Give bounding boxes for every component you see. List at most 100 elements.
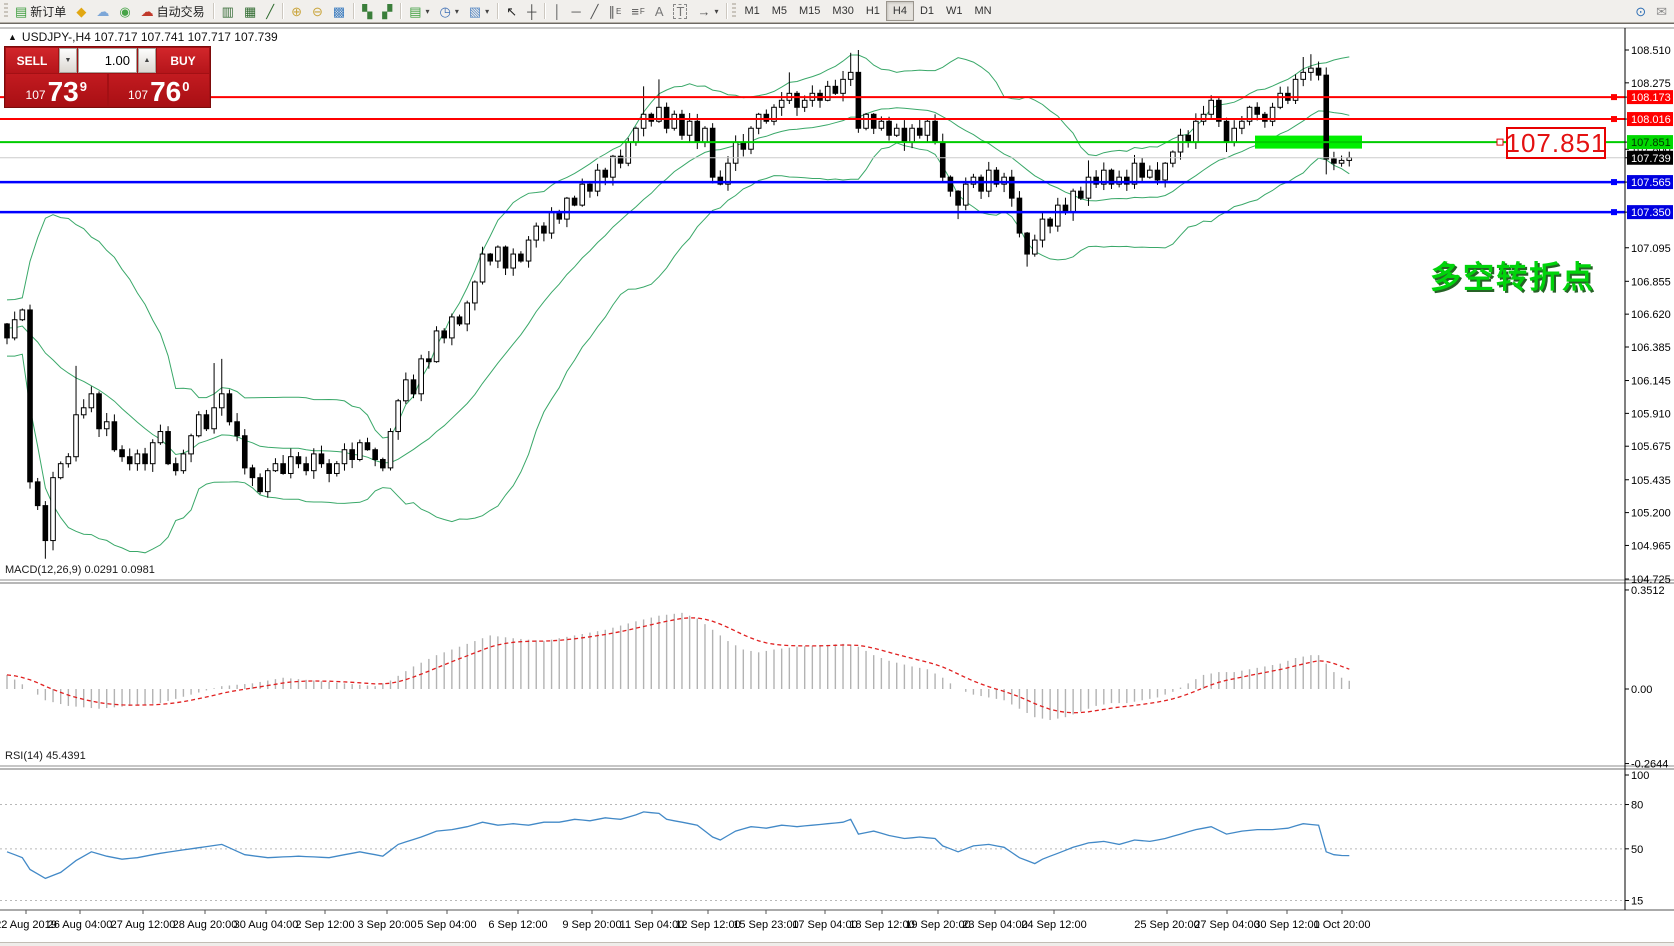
timeframe-m1-button[interactable]: M1 <box>738 2 765 20</box>
volume-input[interactable]: 1.00 <box>78 48 137 73</box>
search-button[interactable]: ⊙ <box>1630 0 1651 22</box>
rsi-indicator-label: RSI(14) 45.4391 <box>5 750 86 762</box>
market-watch-cloud-icon[interactable]: ☁ <box>91 0 114 22</box>
template-dropdown[interactable]: ▧▾ <box>464 0 494 22</box>
chevron-down-icon: ▾ <box>485 7 489 16</box>
sell-price-button[interactable]: 107 73 9 <box>6 74 107 106</box>
sell-button[interactable]: SELL <box>6 48 58 73</box>
level-lines[interactable] <box>0 94 1625 215</box>
candlestick-chart-button[interactable]: ▦ <box>239 0 261 22</box>
autotrading-button[interactable]: ☁自动交易 <box>136 0 210 22</box>
rsi-line <box>7 812 1349 879</box>
arrows-icon: → <box>697 5 710 18</box>
buy-price-button[interactable]: 107 76 0 <box>109 74 210 106</box>
timeframe-w1-button[interactable]: W1 <box>940 2 969 20</box>
vertical-line-tool[interactable]: │ <box>548 0 566 22</box>
price-tick-label: 104.965 <box>1631 540 1671 552</box>
buy-button[interactable]: BUY <box>157 48 209 73</box>
crosshair-tool[interactable]: ┼ <box>522 0 541 22</box>
line-chart-button[interactable]: ╱ <box>261 0 279 22</box>
date-tick-label: 30 Aug 04:00 <box>234 919 299 931</box>
new-chart-dropdown[interactable]: ▤▾ <box>404 0 434 22</box>
toolbar-separator <box>544 3 545 19</box>
price-level-badge-text: 108.173 <box>1631 92 1671 104</box>
timeframe-m30-button[interactable]: M30 <box>826 2 859 20</box>
callout-anchor-marker[interactable] <box>1497 139 1503 145</box>
price-axis[interactable]: 108.510108.275107.800107.095106.855106.6… <box>1625 45 1673 908</box>
text-label-icon: T <box>673 4 687 19</box>
signals-icon[interactable]: ◉ <box>114 0 135 22</box>
one-click-trading-panel: SELL ▼ 1.00 ▲ BUY 107 73 9 107 76 0 <box>4 46 211 108</box>
price-tick-label: 106.385 <box>1631 342 1671 354</box>
timeframe-d1-button[interactable]: D1 <box>914 2 940 20</box>
volume-down-spinner[interactable]: ▼ <box>59 48 77 73</box>
macd-indicator-label: MACD(12,26,9) 0.0291 0.0981 <box>5 564 155 576</box>
chat-button[interactable]: ✉ <box>1651 0 1672 22</box>
date-tick-label: 5 Sep 04:00 <box>417 919 476 931</box>
tile-windows-button[interactable]: ▩ <box>328 0 350 22</box>
horizontal-line-tool[interactable]: ─ <box>566 0 585 22</box>
chevron-down-icon: ▾ <box>426 7 430 16</box>
volume-up-spinner[interactable]: ▲ <box>138 48 156 73</box>
price-tick-label: 105.910 <box>1631 408 1671 420</box>
fibonacci-icon: ≡ <box>631 5 639 18</box>
timeframe-m15-button[interactable]: M15 <box>793 2 826 20</box>
sell-price-prefix: 107 <box>26 88 46 102</box>
arrange-charts-alt-icon: ▞ <box>382 5 392 18</box>
terminal-diamond-icon[interactable]: ◆ <box>71 0 91 22</box>
turning-point-annotation[interactable]: 多空转折点 <box>1430 252 1595 297</box>
trendline-tool[interactable]: ╱ <box>586 0 604 22</box>
line-marker[interactable] <box>1611 209 1617 215</box>
terminal-diamond-icon-icon: ◆ <box>76 5 86 18</box>
zoom-out-button[interactable]: ⊖ <box>307 0 328 22</box>
new-order-button-label: 新订单 <box>30 3 66 20</box>
fibonacci-tool[interactable]: ≡F <box>626 0 649 22</box>
line-marker[interactable] <box>1611 116 1617 122</box>
new-order-button[interactable]: ▤新订单 <box>10 0 71 22</box>
date-tick-label: 9 Sep 20:00 <box>562 919 621 931</box>
arrows-dropdown[interactable]: →▾ <box>692 0 723 22</box>
toolbar-grip[interactable] <box>732 3 736 19</box>
macd-signal-line <box>7 618 1349 713</box>
arrange-charts-alt-button[interactable]: ▞ <box>377 0 397 22</box>
date-tick-label: 23 Sep 04:00 <box>962 919 1027 931</box>
rsi-tick-label: 15 <box>1631 896 1643 908</box>
price-chart-canvas[interactable]: 108.510108.275107.800107.095106.855106.6… <box>0 24 1674 946</box>
line-marker[interactable] <box>1611 179 1617 185</box>
text-label-tool[interactable]: T <box>668 0 692 22</box>
search-icon: ⊙ <box>1635 5 1646 18</box>
collapse-triangle-icon[interactable]: ▲ <box>8 32 17 42</box>
price-level-badge-text: 107.350 <box>1631 207 1671 219</box>
price-tick-label: 105.435 <box>1631 475 1671 487</box>
zoom-in-button[interactable]: ⊕ <box>286 0 307 22</box>
date-tick-label: 26 Aug 04:00 <box>48 919 113 931</box>
periods-dropdown[interactable]: ◷▾ <box>435 0 464 22</box>
bollinger-bands <box>7 55 1349 553</box>
arrange-charts-icon: ▚ <box>362 5 372 18</box>
price-tick-label: 107.095 <box>1631 243 1671 255</box>
rsi-tick-label: 50 <box>1631 844 1643 856</box>
line-marker[interactable] <box>1611 94 1617 100</box>
timeframe-h4-button[interactable]: H4 <box>886 1 914 21</box>
text-tool[interactable]: A <box>650 0 669 22</box>
sell-price-pip: 9 <box>80 79 87 94</box>
cursor-tool[interactable]: ↖ <box>501 0 522 22</box>
arrange-charts-button[interactable]: ▚ <box>357 0 377 22</box>
timeframe-h1-button[interactable]: H1 <box>860 2 886 20</box>
price-level-callout[interactable]: 107.851 <box>1506 127 1606 159</box>
timeframe-mn-button[interactable]: MN <box>969 2 998 20</box>
channel-tool[interactable]: ∥E <box>603 0 626 22</box>
chevron-down-icon: ▾ <box>714 7 718 16</box>
date-tick-label: 3 Sep 20:00 <box>357 919 416 931</box>
mt4-terminal-window: { "toolbar": { "items": [ {"name":"new-o… <box>0 0 1674 946</box>
date-tick-label: 27 Aug 12:00 <box>111 919 176 931</box>
timeframe-m5-button[interactable]: M5 <box>766 2 793 20</box>
buy-price-pip: 0 <box>182 79 189 94</box>
toolbar-grip[interactable] <box>4 3 8 19</box>
line-chart-icon: ╱ <box>266 5 274 18</box>
bar-chart-button[interactable]: ▥ <box>217 0 239 22</box>
price-tick-label: 106.620 <box>1631 309 1671 321</box>
time-axis[interactable]: 22 Aug 201926 Aug 04:0027 Aug 12:0028 Au… <box>0 910 1370 931</box>
chat-icon: ✉ <box>1656 5 1667 18</box>
chart-window[interactable]: 108.510108.275107.800107.095106.855106.6… <box>0 23 1674 946</box>
